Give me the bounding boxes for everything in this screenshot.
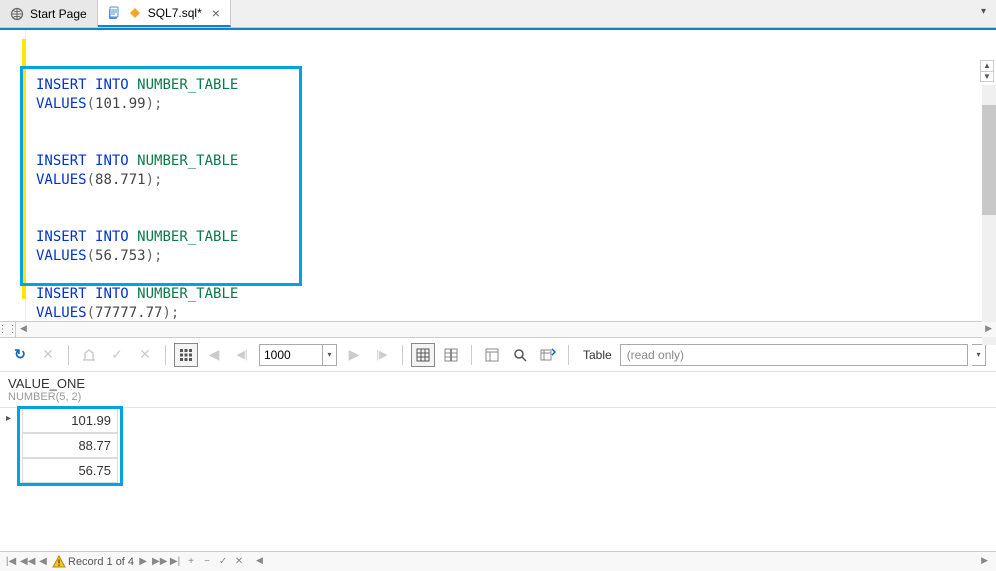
delete-row-button[interactable]: −: [200, 556, 214, 567]
globe-icon: [10, 7, 24, 21]
view-record-button[interactable]: [439, 343, 463, 367]
horizontal-scrollbar[interactable]: ◀ ▶: [16, 322, 996, 337]
tab-sql-file[interactable]: SQL7.sql* ×: [98, 0, 231, 27]
record-position-label: Record 1 of 4: [68, 556, 134, 568]
tab-label: SQL7.sql*: [148, 6, 202, 20]
rollback-button[interactable]: ✕: [133, 343, 157, 367]
find-button[interactable]: [508, 343, 532, 367]
sql-file-icon: [108, 6, 122, 20]
add-row-button[interactable]: +: [184, 556, 198, 567]
tab-bar: Start Page SQL7.sql* × ▾: [0, 0, 996, 28]
nav-next-button[interactable]: ▶: [136, 556, 150, 567]
grid-footer: |◀ ◀◀ ◀ Record 1 of 4 ▶ ▶▶ ▶| + − ✓ ✕ ◀ …: [0, 551, 996, 571]
code-content[interactable]: INSERT INTO NUMBER_TABLE VALUES(101.99);…: [26, 30, 996, 321]
grid-cell[interactable]: 56.75: [22, 458, 118, 483]
results-grid: VALUE_ONE NUMBER(5, 2) ▸ 101.99 88.77 56…: [0, 372, 996, 522]
vertical-scrollbar[interactable]: [982, 85, 996, 345]
nav-last-button[interactable]: ▶|: [168, 556, 182, 567]
prev-page-button[interactable]: ◀: [202, 343, 226, 367]
tab-start-page[interactable]: Start Page: [0, 0, 98, 27]
current-row-marker-icon: ▸: [6, 413, 11, 424]
table-label: Table: [583, 348, 612, 362]
column-header[interactable]: VALUE_ONE NUMBER(5, 2): [0, 372, 996, 408]
table-dropdown-icon[interactable]: ▾: [972, 344, 986, 366]
sql-editor[interactable]: INSERT INTO NUMBER_TABLE VALUES(101.99);…: [0, 30, 996, 321]
split-handle-icon[interactable]: ⋮⋮: [0, 322, 16, 337]
editor-gutter: [0, 30, 26, 321]
warning-icon: [52, 555, 66, 569]
view-text-button[interactable]: [480, 343, 504, 367]
commit-button[interactable]: [77, 343, 101, 367]
last-page-button[interactable]: |▶: [370, 343, 394, 367]
rows-dropdown-icon[interactable]: ▾: [323, 344, 337, 366]
next-page-button[interactable]: ▶: [342, 343, 366, 367]
nav-first-button[interactable]: |◀: [4, 556, 18, 567]
editor-hscroll: ⋮⋮ ◀ ▶: [0, 321, 996, 338]
split-editor-toggle[interactable]: ▲▼: [980, 60, 994, 82]
grid-cell[interactable]: 88.77: [22, 433, 118, 458]
view-grid-button[interactable]: [411, 343, 435, 367]
footer-scrollbar[interactable]: ◀ ▶: [252, 552, 992, 571]
results-toolbar: ↻ ✕ ✓ ✕ ◀ ◀| ▾ ▶ |▶ Table ▾: [0, 338, 996, 372]
tab-overflow-icon[interactable]: ▾: [981, 6, 986, 17]
nav-prev-page-button[interactable]: ◀◀: [20, 556, 34, 567]
tab-label: Start Page: [30, 7, 87, 21]
nav-next-page-button[interactable]: ▶▶: [152, 556, 166, 567]
rows-input[interactable]: [259, 344, 323, 366]
grid-cell[interactable]: 101.99: [22, 408, 118, 433]
nav-prev-button[interactable]: ◀: [36, 556, 50, 567]
cancel-button[interactable]: ✕: [36, 343, 60, 367]
first-page-button[interactable]: ◀|: [230, 343, 254, 367]
modified-icon: [128, 6, 142, 20]
column-name: VALUE_ONE: [8, 376, 988, 391]
revert-button[interactable]: ✕: [232, 556, 246, 567]
refresh-button[interactable]: ↻: [8, 343, 32, 367]
apply-button[interactable]: ✓: [105, 343, 129, 367]
close-icon[interactable]: ×: [212, 5, 220, 21]
export-button[interactable]: [536, 343, 560, 367]
grid-mode-button[interactable]: [174, 343, 198, 367]
post-button[interactable]: ✓: [216, 556, 230, 567]
column-type: NUMBER(5, 2): [8, 391, 988, 403]
table-name-input[interactable]: [620, 344, 968, 366]
